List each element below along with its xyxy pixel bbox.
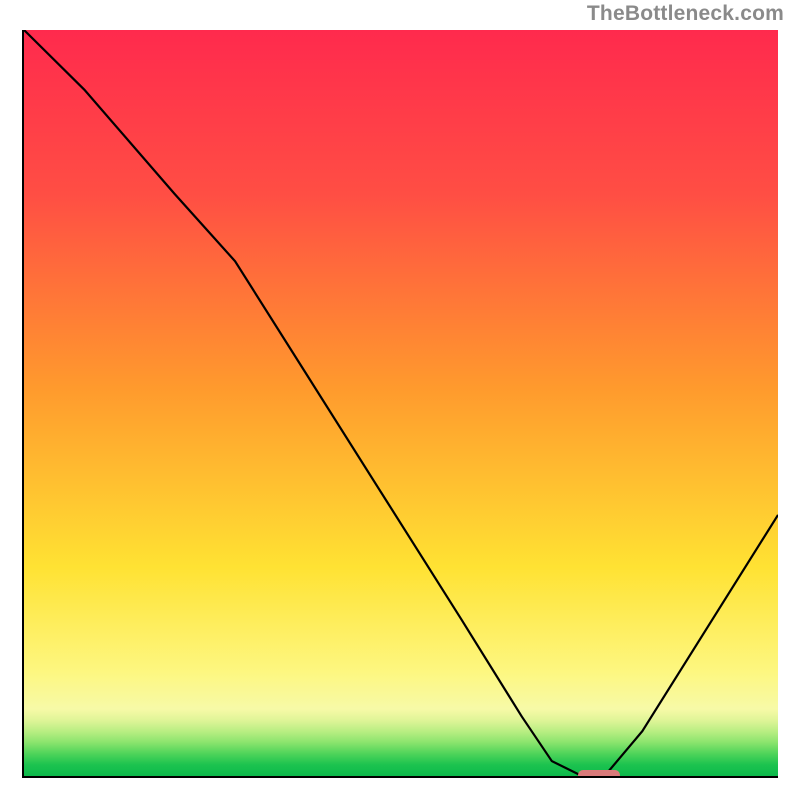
chart-sweet-spot-marker	[578, 770, 619, 778]
watermark-text: TheBottleneck.com	[587, 2, 784, 26]
chart-series-line	[24, 30, 778, 776]
chart-plot-area	[22, 30, 778, 778]
